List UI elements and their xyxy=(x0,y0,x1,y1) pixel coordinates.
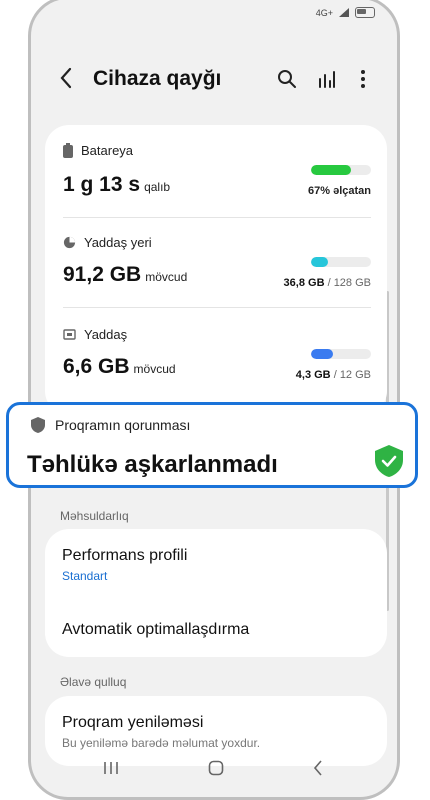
page-title: Cihaza qayğı xyxy=(93,67,222,90)
storage-usage: 36,8 GB / 128 GB xyxy=(284,277,371,289)
battery-status-icon xyxy=(355,7,375,18)
extra-care-card: Proqram yeniləməsi Bu yeniləmə barədə mə… xyxy=(45,696,387,766)
signal-icon xyxy=(339,8,349,17)
storage-row[interactable]: Yaddaş yeri 91,2 GB mövcud 36,8 GB / 128 … xyxy=(63,235,371,311)
section-header-extra-care: Əlavə qulluq xyxy=(60,675,127,689)
battery-available: 67% əlçatan xyxy=(308,185,371,197)
back-arrow-icon[interactable] xyxy=(59,65,73,95)
chart-icon[interactable] xyxy=(314,67,338,91)
battery-unit: qalıb xyxy=(144,180,171,194)
storage-unit: mövcud xyxy=(145,270,188,284)
divider xyxy=(63,307,371,308)
battery-bar xyxy=(311,165,371,175)
memory-bar xyxy=(311,349,371,359)
software-update-subtitle: Bu yeniləmə barədə məlumat yoxdur. xyxy=(62,736,261,750)
navigation-bar xyxy=(59,760,367,781)
status-card: Batareya 1 g 13 s qalıb 67% əlçatan Yadda… xyxy=(45,125,387,415)
memory-bar-fill xyxy=(311,349,333,359)
battery-row[interactable]: Batareya 1 g 13 s qalıb 67% əlçatan xyxy=(63,143,371,217)
memory-unit: mövcud xyxy=(133,362,176,376)
memory-available: 6,6 GB xyxy=(63,355,130,378)
network-indicator: 4G+ xyxy=(315,7,333,18)
software-update-item[interactable]: Proqram yeniləməsi Bu yeniləmə barədə mə… xyxy=(62,714,260,750)
memory-used: 4,3 GB xyxy=(295,369,331,381)
memory-row[interactable]: Yaddaş 6,6 GB mövcud 4,3 GB / 12 GB xyxy=(63,327,371,403)
app-bar: Cihaza qayğı xyxy=(31,63,397,99)
storage-used: 36,8 GB xyxy=(283,277,325,289)
memory-usage: 4,3 GB / 12 GB xyxy=(296,369,371,381)
auto-optimization-item[interactable]: Avtomatik optimallaşdırma xyxy=(62,621,249,639)
status-bar: 4G+ xyxy=(316,7,375,18)
app-protection-status: Təhlükə aşkarlanmadı xyxy=(27,451,278,478)
more-options-icon[interactable] xyxy=(351,67,375,91)
storage-bar xyxy=(311,257,371,267)
storage-bar-fill xyxy=(311,257,329,267)
performance-profile-title: Performans profili xyxy=(62,547,188,564)
shield-check-icon xyxy=(375,445,403,477)
storage-available: 91,2 GB xyxy=(63,263,142,286)
recent-apps-icon[interactable] xyxy=(103,761,119,780)
pie-chart-icon xyxy=(63,236,76,249)
search-icon[interactable] xyxy=(275,67,299,91)
memory-total: / 12 GB xyxy=(333,369,371,381)
app-protection-card[interactable]: Proqramın qorunması Təhlükə aşkarlanmadı xyxy=(6,402,418,488)
divider xyxy=(63,217,371,218)
memory-label: Yaddaş xyxy=(84,327,128,342)
storage-total: / 128 GB xyxy=(327,277,371,289)
storage-label: Yaddaş yeri xyxy=(84,235,152,250)
battery-bar-fill xyxy=(311,165,352,175)
software-update-title: Proqram yeniləməsi xyxy=(62,714,204,731)
battery-label: Batareya xyxy=(81,143,134,158)
home-icon[interactable] xyxy=(208,760,224,781)
section-header-performance: Məhsuldarlıq xyxy=(60,509,129,523)
memory-chip-icon xyxy=(63,329,76,340)
back-nav-icon[interactable] xyxy=(313,760,323,781)
battery-time: 1 g 13 s xyxy=(63,173,141,196)
phone-frame: 4G+ Cihaza qayğı Batareya 1 g 13 sqalıb xyxy=(28,0,400,800)
performance-profile-value: Standart xyxy=(62,569,108,583)
performance-profile-item[interactable]: Performans profili Standart xyxy=(62,547,187,583)
performance-card: Performans profili Standart Avtomatik op… xyxy=(45,529,387,657)
battery-icon xyxy=(63,143,73,158)
app-protection-label: Proqramın qorunması xyxy=(55,417,191,433)
shield-icon xyxy=(31,417,45,433)
